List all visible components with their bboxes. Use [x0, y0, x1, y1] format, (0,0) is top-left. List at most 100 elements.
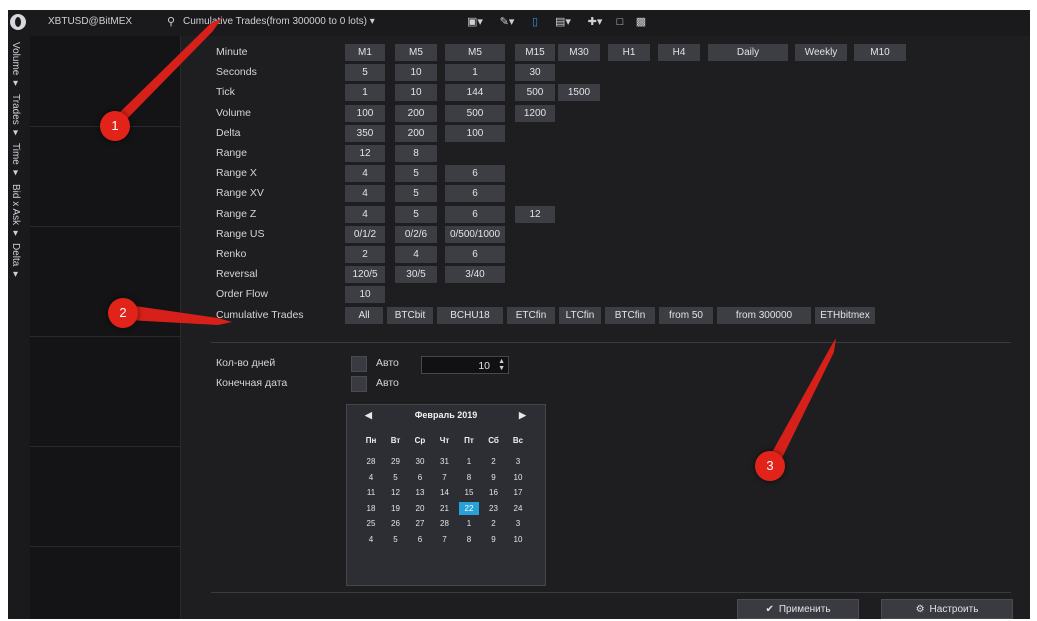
timeframe-button[interactable]: 30 [515, 64, 555, 82]
timeframe-button[interactable]: 12 [515, 205, 555, 223]
timeframe-button[interactable]: 10 [395, 84, 437, 102]
calendar-day[interactable]: 7 [435, 471, 455, 484]
side-item-delta[interactable]: Delta ▾ [10, 243, 21, 280]
timeframe-button[interactable]: 5 [395, 185, 437, 203]
calendar-day[interactable]: 6 [410, 471, 430, 484]
calendar-day[interactable]: 5 [386, 471, 406, 484]
timeframe-button[interactable]: M5 [395, 44, 437, 61]
calendar-day[interactable]: 2 [484, 455, 504, 468]
calendar-day[interactable]: 10 [508, 471, 528, 484]
calendar-day[interactable]: 5 [386, 533, 406, 546]
calendar-day[interactable]: 2 [484, 517, 504, 530]
days-count-stepper[interactable]: 10 ▲ ▼ [421, 356, 509, 374]
calendar-day[interactable]: 9 [484, 533, 504, 546]
timeframe-button[interactable]: Daily [708, 44, 788, 61]
panel-icon[interactable]: ▩ [634, 15, 648, 29]
timeframe-button[interactable]: 500 [515, 84, 555, 102]
timeframe-button[interactable]: 4 [345, 185, 385, 203]
timeframe-button[interactable]: 5 [345, 64, 385, 82]
calendar-day[interactable]: 6 [410, 533, 430, 546]
timeframe-button[interactable]: 5 [395, 205, 437, 223]
chart-bars-icon[interactable]: ▯ [528, 15, 542, 29]
calendar-day[interactable]: 1 [459, 455, 479, 468]
calendar-day[interactable]: 8 [459, 533, 479, 546]
timeframe-button[interactable]: 3/40 [445, 266, 505, 284]
calendar-day[interactable]: 27 [410, 517, 430, 530]
calendar-day[interactable]: 14 [435, 486, 455, 499]
timeframe-button[interactable]: 100 [345, 104, 385, 122]
timeframe-button[interactable]: ETHbitmex [815, 306, 875, 324]
pencil-icon[interactable]: ✎▾ [496, 15, 518, 29]
timeframe-button[interactable]: 500 [445, 104, 505, 122]
timeframe-button[interactable]: M5 [445, 44, 505, 61]
timeframe-button[interactable]: 1500 [558, 84, 600, 102]
days-auto-checkbox[interactable] [351, 356, 367, 372]
timeframe-button[interactable]: 350 [345, 124, 385, 142]
timeframe-button[interactable]: M15 [515, 44, 555, 61]
side-item-time[interactable]: Time ▾ [10, 143, 21, 179]
timeframe-button[interactable]: 0/500/1000 [445, 225, 505, 243]
timeframe-button[interactable]: M30 [558, 44, 600, 61]
timeframe-button[interactable]: 100 [445, 124, 505, 142]
calendar-day[interactable]: 19 [386, 502, 406, 515]
timeframe-button[interactable]: M1 [345, 44, 385, 61]
timeframe-button[interactable]: 12 [345, 145, 385, 162]
timeframe-button[interactable]: 6 [445, 185, 505, 203]
timeframe-button[interactable]: Weekly [795, 44, 847, 61]
calendar-day[interactable]: 1 [459, 517, 479, 530]
timeframe-button[interactable]: H4 [658, 44, 700, 61]
calendar-day[interactable]: 30 [410, 455, 430, 468]
timeframe-button[interactable]: 5 [395, 165, 437, 183]
calendar-day[interactable]: 25 [361, 517, 381, 530]
calendar-day[interactable]: 3 [508, 517, 528, 530]
calendar-day[interactable]: 12 [386, 486, 406, 499]
calendar-day[interactable]: 3 [508, 455, 528, 468]
calendar-day[interactable]: 24 [508, 502, 528, 515]
timeframe-button[interactable]: 2 [345, 246, 385, 263]
crosshair-icon[interactable]: ✚▾ [584, 15, 606, 29]
timeframe-button[interactable]: 30/5 [395, 266, 437, 284]
timeframe-button[interactable]: 6 [445, 205, 505, 223]
calendar-day[interactable]: 9 [484, 471, 504, 484]
display-icon[interactable]: ▣▾ [464, 15, 486, 29]
timeframe-button[interactable]: 4 [345, 165, 385, 183]
timeframe-button[interactable]: 4 [345, 205, 385, 223]
calendar-day[interactable]: 26 [386, 517, 406, 530]
timeframe-button[interactable]: All [345, 306, 383, 324]
instrument-label[interactable]: XBTUSD@BitMEX [48, 16, 132, 27]
timeframe-button[interactable]: ETCfin [507, 306, 555, 324]
timeframe-button[interactable]: 0/2/6 [395, 225, 437, 243]
timeframe-button[interactable]: 1 [445, 64, 505, 82]
timeframe-button[interactable]: 1 [345, 84, 385, 102]
calendar-day[interactable]: 22 [459, 501, 479, 515]
calendar-day[interactable]: 17 [508, 486, 528, 499]
calendar-day[interactable]: 28 [361, 455, 381, 468]
timeframe-button[interactable]: H1 [608, 44, 650, 61]
calendar-day[interactable]: 4 [361, 471, 381, 484]
calendar-day[interactable]: 20 [410, 502, 430, 515]
search-icon[interactable]: ⚲ [164, 15, 178, 29]
calendar-day[interactable]: 18 [361, 502, 381, 515]
layout-icon[interactable]: ▤▾ [552, 15, 574, 29]
timeframe-button[interactable]: M10 [854, 44, 906, 61]
apply-button[interactable]: ✔ Применить [737, 599, 859, 619]
side-item-trades[interactable]: Trades ▾ [10, 94, 21, 139]
calendar-day[interactable]: 11 [361, 486, 381, 499]
timeframe-button[interactable]: 120/5 [345, 266, 385, 284]
timeframe-button[interactable]: 200 [395, 104, 437, 122]
side-item-volume[interactable]: Volume ▾ [10, 42, 21, 89]
calendar-day[interactable]: 21 [435, 502, 455, 515]
timeframe-button[interactable]: 6 [445, 246, 505, 263]
timeframe-button[interactable]: 10 [395, 64, 437, 82]
stepper-arrows-icon[interactable]: ▲ ▼ [498, 358, 505, 372]
timeframe-button[interactable]: 8 [395, 145, 437, 162]
timeframe-button[interactable]: LTCfin [559, 306, 601, 324]
calendar-day[interactable]: 23 [484, 502, 504, 515]
timeframe-button[interactable]: BTCfin [605, 306, 655, 324]
calendar-day[interactable]: 31 [435, 455, 455, 468]
calendar-day[interactable]: 8 [459, 471, 479, 484]
calendar-day[interactable]: 28 [435, 517, 455, 530]
chart-type-dropdown[interactable]: Cumulative Trades(from 300000 to 0 lots)… [183, 16, 375, 27]
next-month-icon[interactable]: ▶ [519, 410, 526, 421]
calendar-day[interactable]: 4 [361, 533, 381, 546]
